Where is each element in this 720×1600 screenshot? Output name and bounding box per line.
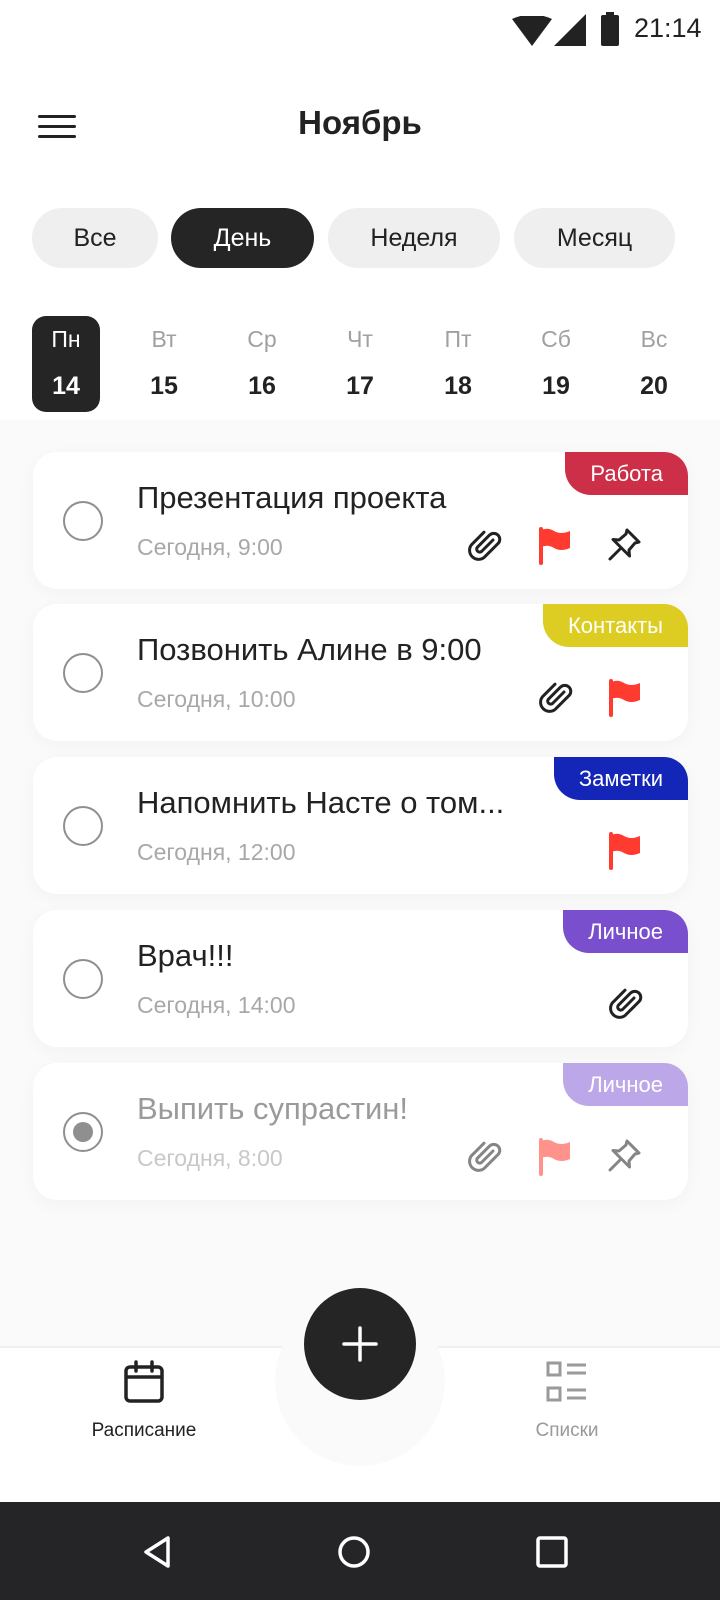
day-tue[interactable]: Вт 15 bbox=[130, 316, 198, 412]
task-date: Сегодня, 8:00 bbox=[137, 1145, 283, 1171]
nav-lists[interactable]: Списки bbox=[487, 1360, 647, 1442]
day-name: Пн bbox=[51, 326, 81, 352]
day-wed[interactable]: Ср 16 bbox=[228, 316, 296, 412]
home-icon[interactable] bbox=[336, 1534, 372, 1570]
flag-icon[interactable] bbox=[536, 1136, 576, 1176]
task-checkbox[interactable] bbox=[63, 653, 103, 693]
task-title: Врач!!! bbox=[137, 938, 234, 973]
paperclip-icon[interactable] bbox=[606, 983, 646, 1023]
filter-day[interactable]: День bbox=[171, 208, 314, 268]
day-name: Ср bbox=[247, 326, 277, 352]
paperclip-icon[interactable] bbox=[536, 677, 576, 717]
calendar-icon bbox=[124, 1360, 164, 1403]
day-name: Сб bbox=[541, 326, 571, 352]
task-title: Выпить супрастин! bbox=[137, 1091, 409, 1126]
task-date: Сегодня, 12:00 bbox=[137, 839, 296, 865]
day-number: 20 bbox=[640, 372, 668, 400]
flag-icon[interactable] bbox=[606, 677, 646, 717]
paperclip-icon[interactable] bbox=[465, 1136, 505, 1176]
task-checkbox-checked[interactable] bbox=[63, 1112, 103, 1152]
system-navigation-bar bbox=[0, 1502, 720, 1600]
day-sun[interactable]: Вс 20 bbox=[620, 316, 688, 412]
day-number: 18 bbox=[444, 372, 472, 400]
task-tag: Заметки bbox=[553, 757, 688, 800]
flag-icon[interactable] bbox=[536, 525, 576, 565]
nav-lists-label: Списки bbox=[535, 1420, 599, 1441]
list-icon bbox=[546, 1361, 586, 1402]
status-time: 21:14 bbox=[634, 13, 702, 43]
day-name: Чт bbox=[347, 326, 373, 352]
task-date: Сегодня, 9:00 bbox=[137, 534, 283, 560]
task-card[interactable]: Врач!!! Сегодня, 14:00 Личное bbox=[33, 910, 688, 1047]
task-date: Сегодня, 14:00 bbox=[137, 992, 296, 1018]
nav-schedule-label: Расписание bbox=[91, 1420, 197, 1441]
day-fri[interactable]: Пт 18 bbox=[424, 316, 492, 412]
task-tag: Личное bbox=[563, 910, 688, 953]
task-card[interactable]: Напомнить Насте о том... Сегодня, 12:00 … bbox=[33, 757, 688, 894]
day-number: 19 bbox=[542, 372, 570, 400]
pin-icon[interactable] bbox=[604, 1136, 644, 1176]
task-checkbox[interactable] bbox=[63, 959, 103, 999]
day-name: Вт bbox=[151, 326, 177, 352]
task-card-completed[interactable]: Выпить супрастин! Сегодня, 8:00 Личное bbox=[33, 1063, 688, 1200]
task-card[interactable]: Позвонить Алине в 9:00 Сегодня, 10:00 Ко… bbox=[33, 604, 688, 741]
task-card[interactable]: Презентация проекта Сегодня, 9:00 Работа bbox=[33, 452, 688, 589]
day-number: 16 bbox=[248, 372, 276, 400]
pin-icon[interactable] bbox=[604, 525, 644, 565]
task-title: Позвонить Алине в 9:00 bbox=[137, 632, 482, 667]
status-bar: 21:14 bbox=[0, 0, 720, 62]
filter-month[interactable]: Месяц bbox=[514, 208, 675, 268]
back-icon[interactable] bbox=[140, 1534, 176, 1570]
wifi-icon bbox=[512, 16, 552, 46]
task-tag: Работа bbox=[565, 452, 688, 495]
task-date: Сегодня, 10:00 bbox=[137, 686, 296, 712]
recents-icon[interactable] bbox=[534, 1534, 570, 1570]
task-tag: Личное bbox=[563, 1063, 688, 1106]
task-title: Презентация проекта bbox=[137, 480, 447, 515]
filter-all[interactable]: Все bbox=[32, 208, 158, 268]
day-name: Вс bbox=[640, 326, 668, 352]
paperclip-icon[interactable] bbox=[465, 525, 505, 565]
day-number: 14 bbox=[52, 372, 80, 400]
add-task-button[interactable] bbox=[304, 1288, 416, 1400]
day-thu[interactable]: Чт 17 bbox=[326, 316, 394, 412]
filter-week[interactable]: Неделя bbox=[328, 208, 500, 268]
plus-icon bbox=[342, 1326, 378, 1362]
day-mon[interactable]: Пн 14 bbox=[32, 316, 100, 412]
day-name: Пт bbox=[444, 326, 472, 352]
task-checkbox[interactable] bbox=[63, 501, 103, 541]
flag-icon[interactable] bbox=[606, 830, 646, 870]
day-sat[interactable]: Сб 19 bbox=[522, 316, 590, 412]
task-tag: Контакты bbox=[542, 604, 688, 647]
battery-icon bbox=[601, 12, 619, 46]
page-title: Ноябрь bbox=[298, 104, 422, 141]
day-number: 17 bbox=[346, 372, 374, 400]
signal-icon bbox=[554, 14, 586, 46]
day-number: 15 bbox=[150, 372, 178, 400]
task-title: Напомнить Насте о том... bbox=[137, 785, 505, 820]
nav-schedule[interactable]: Расписание bbox=[64, 1360, 224, 1442]
task-checkbox[interactable] bbox=[63, 806, 103, 846]
